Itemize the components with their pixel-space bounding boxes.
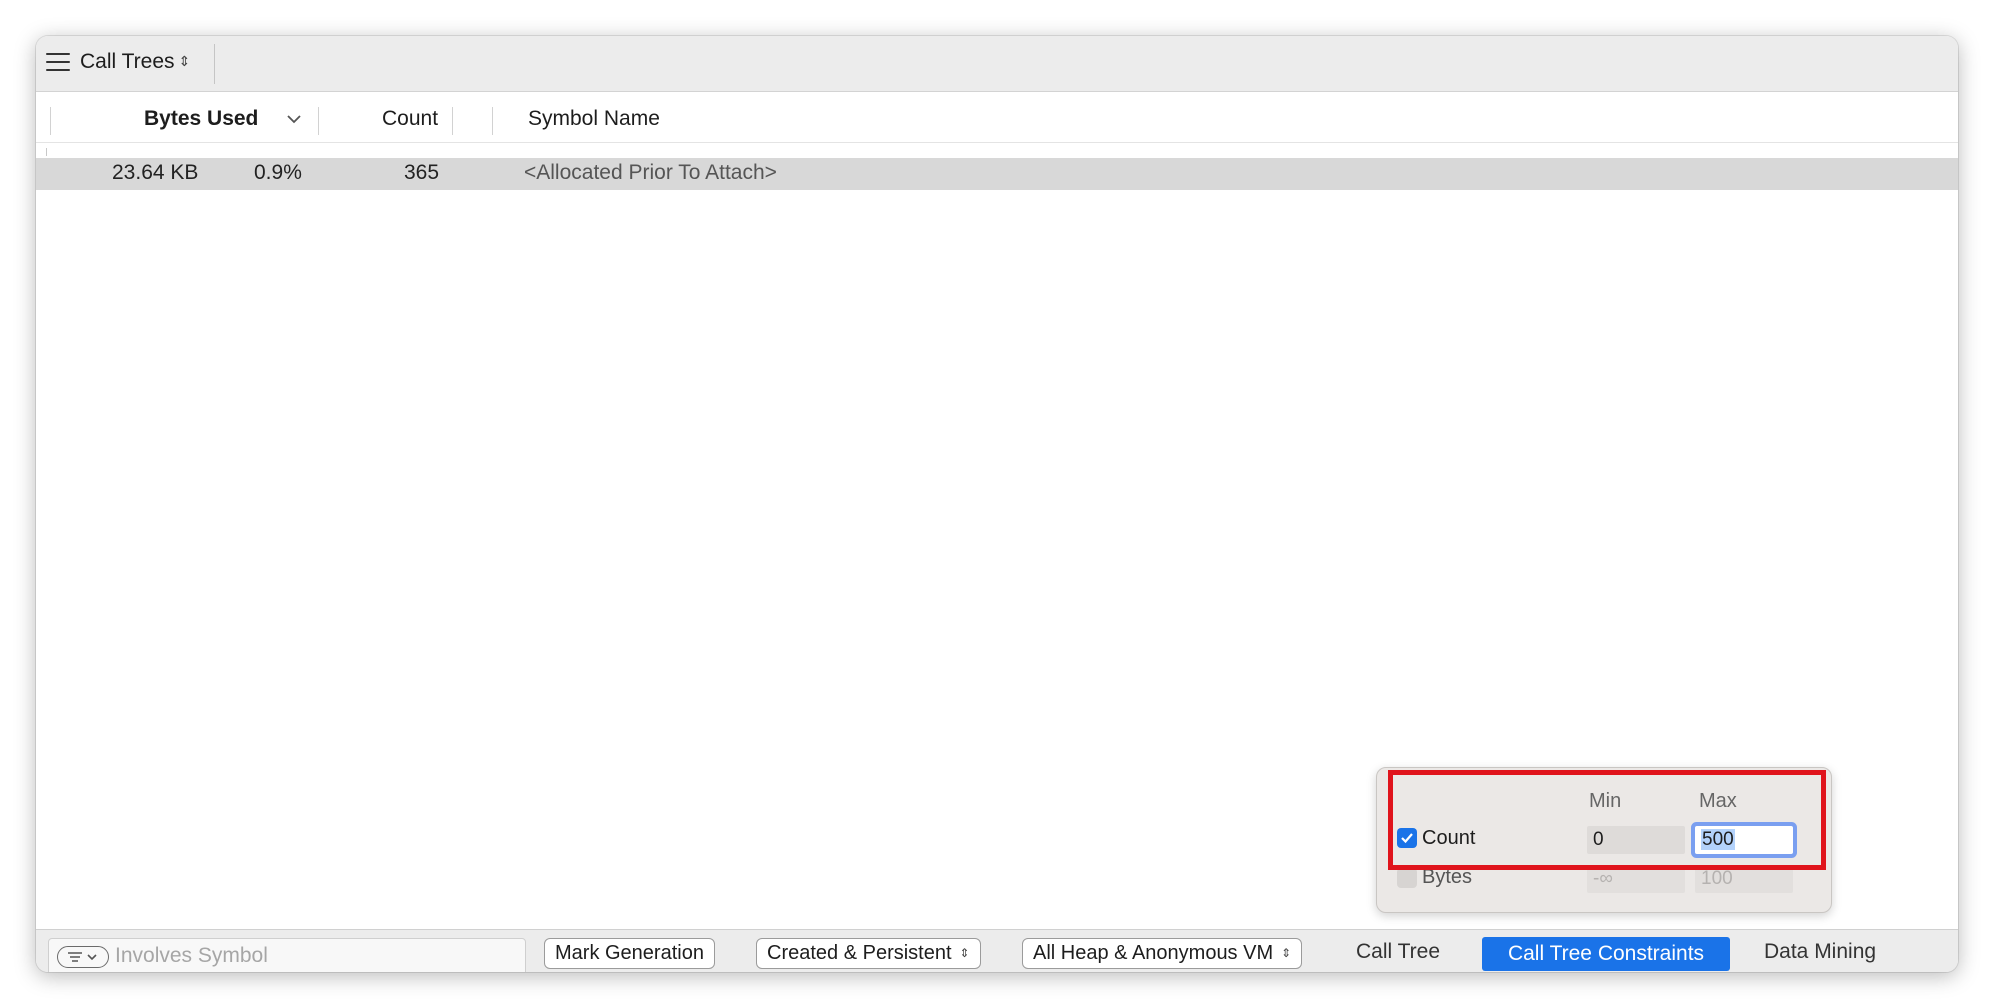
sort-descending-chevron-icon[interactable] xyxy=(284,109,304,129)
bytes-constraint-checkbox[interactable] xyxy=(1397,868,1417,888)
column-header-count[interactable]: Count xyxy=(382,107,438,131)
column-header-bytes-used[interactable]: Bytes Used xyxy=(144,107,258,131)
cell-count: 365 xyxy=(404,161,440,184)
bottom-bar: Involves Symbol Mark Generation Created … xyxy=(36,929,1958,972)
annotation-highlight-box xyxy=(1388,770,1826,870)
updown-chevron-icon: ⇕ xyxy=(178,53,191,69)
column-divider[interactable] xyxy=(492,107,493,135)
tab-data-mining[interactable]: Data Mining xyxy=(1764,940,1876,964)
table-row[interactable]: 23.64 KB 0.9% 365 <Allocated Prior To At… xyxy=(36,158,1958,190)
filter-options-button[interactable] xyxy=(57,946,109,968)
column-header-symbol-name[interactable]: Symbol Name xyxy=(528,107,660,131)
cell-bytes: 23.64 KB xyxy=(112,161,199,184)
toolbar: Call Trees ⇕ xyxy=(36,36,1958,92)
filter-placeholder: Involves Symbol xyxy=(115,944,268,967)
mark-generation-button[interactable]: Mark Generation xyxy=(544,938,715,969)
updown-chevron-icon: ⇕ xyxy=(1281,946,1292,960)
toolbar-divider xyxy=(214,44,215,84)
view-picker-button[interactable]: Call Trees ⇕ xyxy=(80,50,190,74)
allocation-lifespan-popup[interactable]: Created & Persistent ⇕ xyxy=(756,938,981,969)
row-tick xyxy=(46,148,47,156)
cell-percent: 0.9% xyxy=(254,161,302,184)
updown-chevron-icon: ⇕ xyxy=(959,946,970,960)
column-divider[interactable] xyxy=(318,107,319,135)
column-divider[interactable] xyxy=(452,107,453,135)
view-picker-label: Call Trees xyxy=(80,50,175,73)
tab-call-tree[interactable]: Call Tree xyxy=(1356,940,1440,964)
involves-symbol-filter-field[interactable]: Involves Symbol xyxy=(48,938,526,972)
column-divider xyxy=(50,107,51,135)
filter-lines-icon xyxy=(68,952,97,962)
allocation-lifespan-label: Created & Persistent xyxy=(767,942,952,964)
allocation-type-popup[interactable]: All Heap & Anonymous VM ⇕ xyxy=(1022,938,1303,969)
table-header: Bytes Used Count Symbol Name xyxy=(36,93,1958,143)
allocation-type-label: All Heap & Anonymous VM xyxy=(1033,942,1274,964)
cell-symbol-name: <Allocated Prior To Attach> xyxy=(524,161,777,184)
tab-call-tree-constraints[interactable]: Call Tree Constraints xyxy=(1482,937,1730,971)
hamburger-menu-icon[interactable] xyxy=(46,53,70,73)
